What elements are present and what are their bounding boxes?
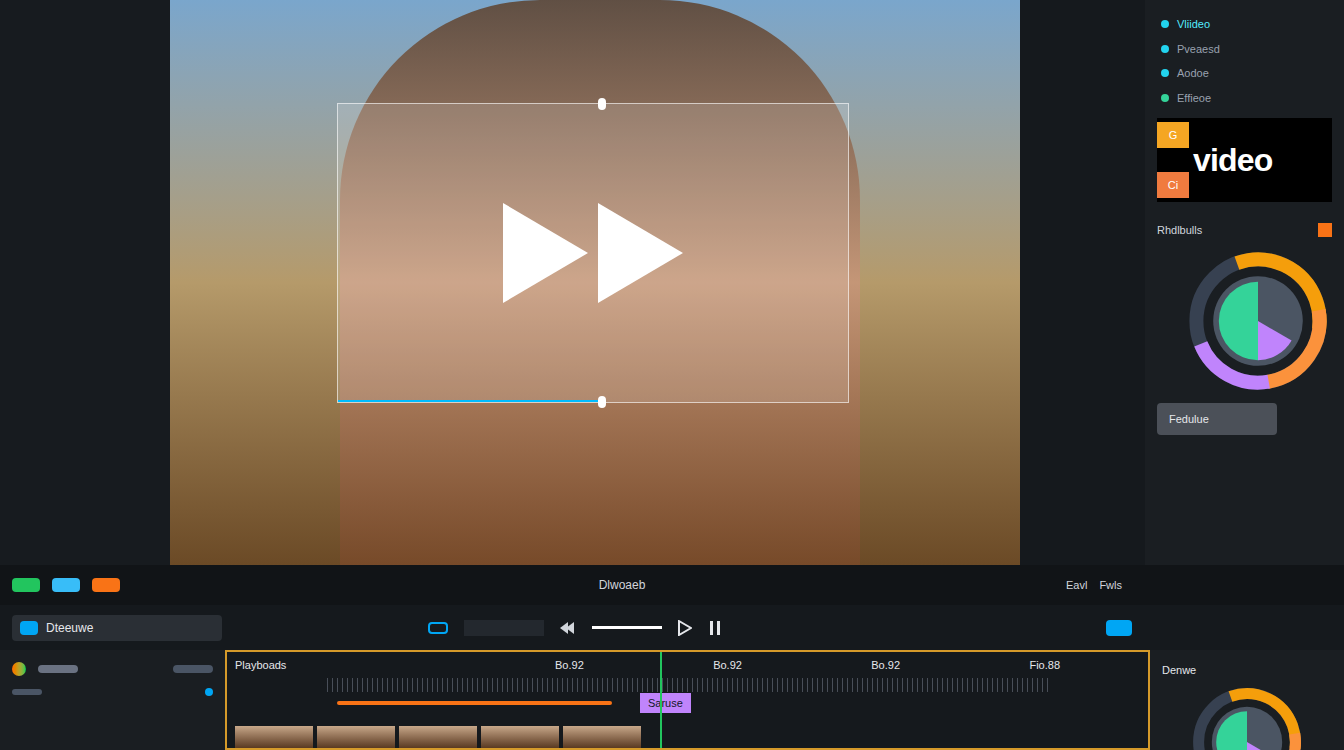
tool-row [12,662,213,676]
chip-icon [20,621,38,635]
logo-card: G Civideo [1157,118,1332,202]
time-field[interactable] [464,620,544,636]
transport [428,620,722,636]
item-label: Vliideo [1177,16,1210,33]
panel-item[interactable]: Pveaesd [1157,41,1332,58]
bottom-edge [338,400,598,402]
wheel-holder [1157,251,1332,391]
logo-badges: G Ci [1157,118,1189,202]
effects-title: Denwe [1162,662,1332,679]
loop-icon[interactable] [428,622,448,634]
tool-panel [0,650,225,750]
status-label: Fwls [1099,577,1122,594]
play-icon[interactable] [498,198,688,308]
track-marker[interactable] [12,578,40,592]
timeline: PlayboadsBo.92Bo.92Bo.92Fio.88Saruse [225,650,1150,750]
rewind-icon[interactable] [560,620,576,636]
left-column [0,0,170,565]
pause-icon[interactable] [708,620,722,636]
track-marker[interactable] [92,578,120,592]
tick-label: Fio.88 [1029,657,1060,674]
item-label: Effieoe [1177,90,1211,107]
middle-column [1020,0,1145,565]
tool-bar [173,665,213,673]
logo-badge: G [1157,122,1189,148]
panel-button[interactable]: Fedulue [1157,403,1277,436]
panel-item[interactable]: Aodoe [1157,65,1332,82]
tick-label: Bo.92 [871,657,900,674]
thumbnail[interactable] [399,726,477,748]
crop-overlay[interactable] [337,103,849,403]
item-dot [1161,45,1169,53]
top-area: Vliideo Pveaesd Aodoe Effieoe G Civideo Rhdlbu… [0,0,1344,565]
track-marker[interactable] [52,578,80,592]
tool-dot[interactable] [12,662,26,676]
effects-wheel-icon[interactable] [1192,687,1302,750]
panel-item[interactable]: Vliideo [1157,16,1332,33]
track-markers [12,578,412,592]
effects-wheel-holder [1162,687,1332,750]
thumbnail[interactable] [317,726,395,748]
section-label: Rhdlbulls [1157,222,1202,239]
playhead[interactable] [660,652,662,748]
timeline-title: Playboads [235,657,555,674]
thumbnail[interactable] [481,726,559,748]
status-label: Eavl [1066,577,1087,594]
video-editor: Vliideo Pveaesd Aodoe Effieoe G Civideo Rhdlbu… [0,0,1344,750]
timeline-ticks: Bo.92 Bo.92 Bo.92 Fio.88 [555,657,1140,674]
effects-panel: Denwe [1150,650,1344,750]
tool-dot[interactable] [205,688,213,696]
marker-row: Dlwoaeb Eavl Fwls [0,565,1344,605]
thumbnail[interactable] [235,726,313,748]
source-chip[interactable]: Dteeuwe [12,615,222,641]
toolbar: Dteeuwe [0,605,1344,650]
thumbnail-row [227,726,1148,748]
item-dot [1161,69,1169,77]
bottom-area: PlayboadsBo.92Bo.92Bo.92Fio.88SaruseDenw… [0,650,1344,750]
handle-bottom[interactable] [598,396,606,408]
chip-label: Dteeuwe [46,619,93,637]
ruler [327,678,1048,692]
scrub-bar[interactable] [592,626,662,629]
track-row: Saruse [227,692,1148,714]
section-header: Rhdlbulls [1157,222,1332,239]
clip[interactable]: Saruse [640,693,691,714]
thumbnail[interactable] [563,726,641,748]
status-labels: Eavl Fwls [1066,577,1122,594]
tool-bar [12,689,42,695]
preview [170,0,1020,565]
item-dot [1161,20,1169,28]
color-wheel-icon[interactable] [1188,251,1328,391]
panel-item[interactable]: Effieoe [1157,90,1332,107]
right-panel: Vliideo Pveaesd Aodoe Effieoe G Civideo Rhdlbu… [1145,0,1344,565]
timeline-header: PlayboadsBo.92Bo.92Bo.92Fio.88 [227,652,1148,678]
item-label: Aodoe [1177,65,1209,82]
clip-bar[interactable] [337,701,612,705]
tool-bar [38,665,78,673]
tool-row [12,688,213,696]
right-panel-list: Vliideo Pveaesd Aodoe Effieoe [1157,16,1332,106]
play-small-icon[interactable] [678,620,692,636]
section-marker [1318,223,1332,237]
tick-label: Bo.92 [713,657,742,674]
item-dot [1161,94,1169,102]
preview-caption: Dlwoaeb [412,576,832,594]
logo-badge: Ci [1157,172,1189,198]
logo-text: video [1193,118,1332,202]
item-label: Pveaesd [1177,41,1220,58]
tick-label: Bo.92 [555,657,584,674]
add-button[interactable] [1106,620,1132,636]
handle-top[interactable] [598,98,606,110]
